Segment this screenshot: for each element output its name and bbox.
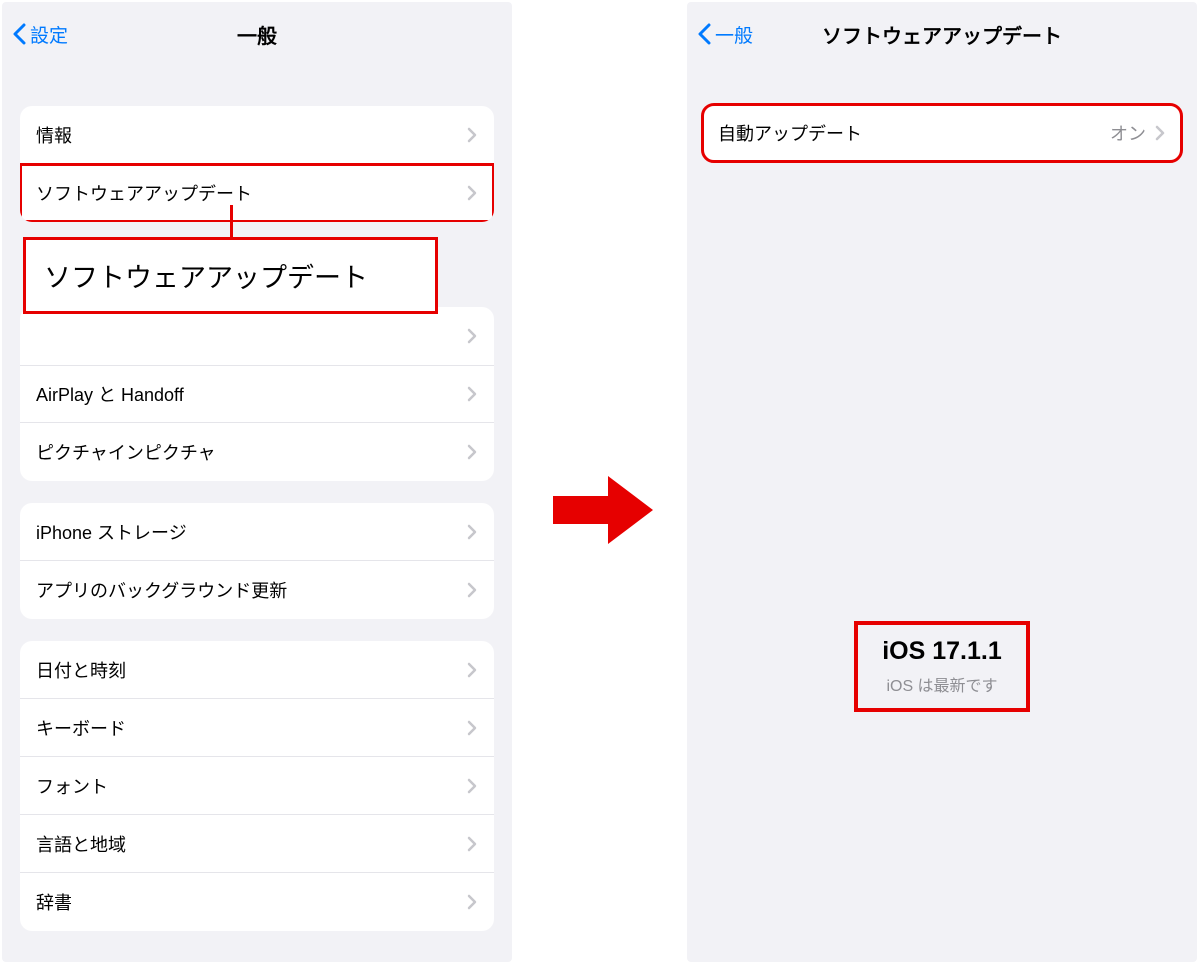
chevron-right-icon — [466, 328, 478, 344]
row-label: ピクチャインピクチャ — [36, 439, 216, 465]
row-keyboard[interactable]: キーボード — [20, 699, 494, 757]
back-label: 一般 — [715, 21, 753, 48]
chevron-right-icon — [466, 386, 478, 402]
row-label: AirPlay と Handoff — [36, 381, 184, 407]
row-label: ソフトウェアアップデート — [36, 180, 252, 206]
chevron-right-icon — [466, 185, 478, 201]
page-title: ソフトウェアアップデート — [822, 20, 1062, 49]
back-button[interactable]: 設定 — [12, 21, 68, 48]
chevron-right-icon — [466, 778, 478, 794]
row-iphone-storage[interactable]: iPhone ストレージ — [20, 503, 494, 561]
chevron-right-icon — [466, 582, 478, 598]
status-badge: iOS 17.1.1 iOS は最新です — [855, 622, 1029, 711]
ios-status-text: iOS は最新です — [882, 672, 1002, 696]
back-button[interactable]: 一般 — [697, 21, 753, 48]
chevron-right-icon — [466, 662, 478, 678]
software-update-screen: 一般 ソフトウェアアップデート 自動アップデート オン iOS 17.1.1 i… — [687, 2, 1197, 962]
settings-general-screen: 設定 一般 情報 ソフトウェアアップデート AirPlay と Handoff — [2, 2, 512, 962]
chevron-right-icon — [466, 836, 478, 852]
row-airplay-handoff[interactable]: AirPlay と Handoff — [20, 365, 494, 423]
row-fonts[interactable]: フォント — [20, 757, 494, 815]
chevron-right-icon — [466, 444, 478, 460]
annotation-callout: ソフトウェアアップデート — [23, 237, 438, 314]
row-language-region[interactable]: 言語と地域 — [20, 815, 494, 873]
section-storage: iPhone ストレージ アプリのバックグラウンド更新 — [20, 503, 494, 619]
row-label: 言語と地域 — [36, 831, 126, 857]
row-label: 自動アップデート — [718, 120, 862, 146]
ios-version: iOS 17.1.1 — [882, 637, 1002, 666]
chevron-left-icon — [697, 23, 711, 45]
chevron-right-icon — [466, 127, 478, 143]
row-software-update[interactable]: ソフトウェアアップデート — [20, 164, 494, 222]
back-label: 設定 — [30, 21, 68, 48]
row-hidden-partial[interactable] — [20, 307, 494, 365]
chevron-left-icon — [12, 23, 26, 45]
update-status: iOS 17.1.1 iOS は最新です — [687, 622, 1197, 711]
annotation-connector — [230, 205, 233, 241]
row-date-time[interactable]: 日付と時刻 — [20, 641, 494, 699]
row-label: アプリのバックグラウンド更新 — [36, 577, 287, 603]
row-value: オン — [1110, 120, 1146, 146]
page-title: 一般 — [237, 20, 277, 49]
row-auto-update[interactable]: 自動アップデート オン — [702, 104, 1182, 162]
arrow-right-icon — [548, 470, 658, 550]
callout-text: ソフトウェアアップデート — [44, 263, 368, 293]
row-label: 辞書 — [36, 889, 72, 915]
section-media: AirPlay と Handoff ピクチャインピクチャ — [20, 307, 494, 481]
chevron-right-icon — [466, 894, 478, 910]
chevron-right-icon — [466, 524, 478, 540]
nav-header: 一般 ソフトウェアアップデート — [687, 2, 1197, 66]
row-about[interactable]: 情報 — [20, 106, 494, 164]
nav-header: 設定 一般 — [2, 2, 512, 66]
row-picture-in-picture[interactable]: ピクチャインピクチャ — [20, 423, 494, 481]
chevron-right-icon — [1154, 125, 1166, 141]
section-input: 日付と時刻 キーボード フォント 言語と地域 辞書 — [20, 641, 494, 931]
row-label: iPhone ストレージ — [36, 519, 187, 545]
row-label: 日付と時刻 — [36, 657, 126, 683]
row-background-app-refresh[interactable]: アプリのバックグラウンド更新 — [20, 561, 494, 619]
section-about: 情報 ソフトウェアアップデート — [20, 106, 494, 222]
chevron-right-icon — [466, 720, 478, 736]
row-label: 情報 — [36, 122, 72, 148]
row-label: フォント — [36, 773, 108, 799]
row-label: キーボード — [36, 715, 126, 741]
row-dictionary[interactable]: 辞書 — [20, 873, 494, 931]
